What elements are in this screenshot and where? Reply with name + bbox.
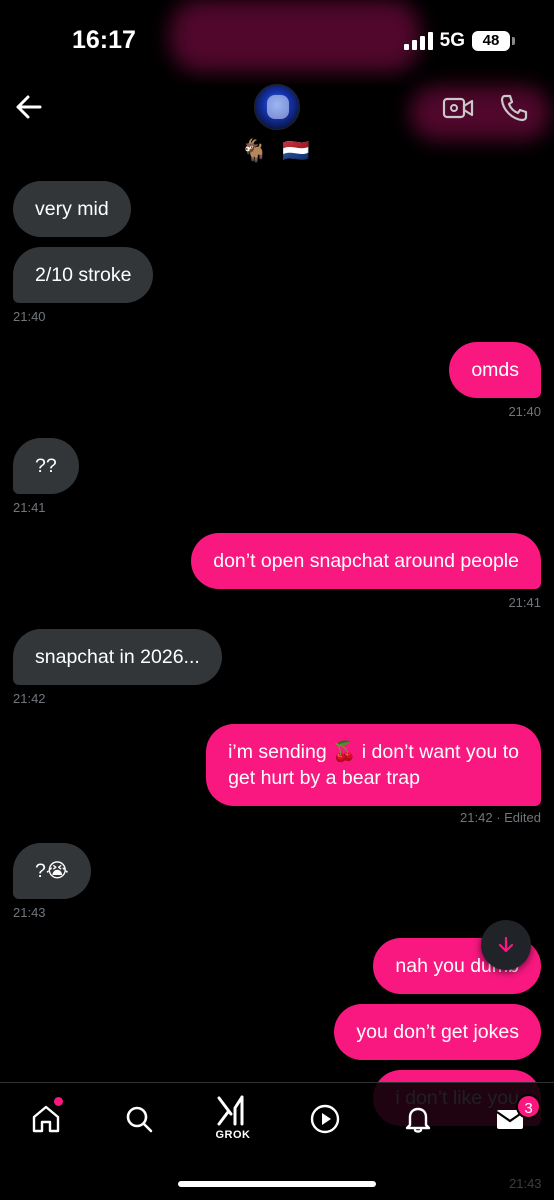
nav-grok[interactable]	[214, 1093, 250, 1129]
back-arrow-icon	[16, 95, 42, 119]
status-indicators: 5G 48	[403, 30, 515, 52]
network-type: 5G	[439, 30, 465, 51]
nav-home[interactable]	[28, 1101, 64, 1137]
home-notification-dot	[54, 1097, 63, 1106]
home-indicator[interactable]	[178, 1181, 376, 1187]
messages-badge: 3	[516, 1094, 541, 1119]
bell-icon	[405, 1107, 431, 1133]
conversation-name[interactable]: 🐐 🇳🇱	[0, 138, 554, 164]
battery-icon: 48	[472, 31, 515, 51]
grok-icon	[217, 1095, 244, 1126]
message-bubble-outgoing[interactable]: don’t open snapchat around people	[191, 533, 541, 589]
avatar[interactable]	[254, 84, 300, 130]
redacted-blur	[170, 0, 420, 72]
message-timestamp: 21:42	[13, 691, 46, 706]
message-bubble-incoming[interactable]: ?😭	[13, 843, 91, 899]
phone-icon	[500, 94, 528, 122]
search-icon	[126, 1106, 153, 1133]
play-icon	[310, 1104, 340, 1134]
back-button[interactable]	[12, 92, 46, 122]
status-time: 16:17	[72, 26, 136, 54]
scroll-to-bottom-button[interactable]	[481, 920, 531, 970]
message-timestamp: 21:43	[13, 905, 46, 920]
phone-call-button[interactable]	[498, 92, 530, 124]
message-timestamp: 21:41	[13, 500, 46, 515]
message-timestamp: 21:41	[508, 595, 541, 610]
nav-notifications[interactable]	[400, 1101, 436, 1137]
status-bar: 16:17 5G 48	[0, 0, 554, 84]
nav-search[interactable]	[121, 1101, 157, 1137]
video-call-icon	[442, 97, 474, 119]
message-bubble-outgoing[interactable]: i’m sending 🍒 i don’t want you to get hu…	[206, 724, 541, 806]
home-icon	[32, 1105, 60, 1133]
message-bubble-incoming[interactable]: snapchat in 2026...	[13, 629, 222, 685]
arrow-down-icon	[498, 936, 514, 953]
message-text-line: i’m sending 🍒 i don’t want you to	[228, 741, 519, 763]
nav-video[interactable]	[307, 1101, 343, 1137]
message-bubble-outgoing[interactable]: you don’t get jokes	[334, 1004, 541, 1060]
video-call-button[interactable]	[442, 96, 474, 120]
conversation-header: 🐐 🇳🇱	[0, 84, 554, 178]
message-timestamp: 21:40	[508, 404, 541, 419]
grok-label: GROK	[215, 1129, 251, 1141]
signal-icon	[403, 32, 433, 50]
message-text-line: get hurt by a bear trap	[228, 767, 420, 789]
message-timestamp: 21:42 · Edited	[460, 810, 541, 825]
message-bubble-incoming[interactable]: 2/10 stroke	[13, 247, 154, 303]
message-timestamp: 21:43	[509, 1176, 542, 1191]
message-bubble-incoming[interactable]: very mid	[13, 181, 131, 237]
message-timestamp: 21:40	[13, 309, 46, 324]
message-bubble-outgoing[interactable]: omds	[449, 342, 541, 398]
message-bubble-incoming[interactable]: ??	[13, 438, 79, 494]
